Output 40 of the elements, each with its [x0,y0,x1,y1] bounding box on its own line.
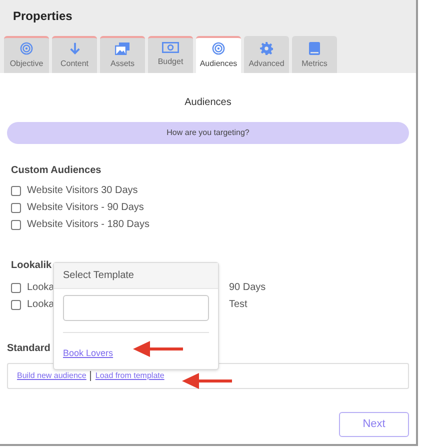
checkbox[interactable] [11,300,21,310]
checkbox[interactable] [11,220,21,230]
checkbox-label: Looka [27,298,54,312]
target-icon [212,42,225,55]
section-heading: Standard [7,342,50,356]
checkbox-label: Looka [27,281,54,295]
section-title: Audiences [184,96,232,110]
arrow-annotation [182,372,232,390]
section-heading: Custom Audiences [11,164,102,178]
link[interactable]: Load from template [95,370,164,382]
checkbox[interactable] [11,282,21,292]
target-icon [20,42,33,55]
checkbox-label: Test [229,298,248,312]
tab[interactable]: Objective [4,36,49,73]
tab[interactable]: Content [52,36,97,73]
next-button[interactable]: Next [339,412,409,437]
input-field[interactable] [63,295,209,321]
checkbox[interactable] [11,186,21,196]
images-icon [115,42,130,55]
tab[interactable]: Advanced [244,36,289,73]
checkbox-label: 90 Days [229,281,266,295]
checkbox-label: Website Visitors - 90 Days [27,201,144,215]
arrow-annotation [133,340,183,358]
template-link[interactable]: Book Lovers [63,347,114,360]
checkbox-label: Website Visitors 30 Days [27,184,138,198]
banknote-icon [162,42,179,53]
down-arrow-icon [68,42,80,55]
popover-title: Select Template [54,263,218,289]
checkbox[interactable] [11,202,21,212]
link[interactable]: Build new audience [17,370,86,382]
tab[interactable]: Assets [100,36,145,73]
tab[interactable]: Budget [148,36,193,73]
tab[interactable]: Metrics [292,36,337,73]
gear-icon [260,42,273,55]
book-icon [309,42,320,55]
tab[interactable]: Audiences [196,36,241,73]
section-heading: Lookalik [11,259,53,273]
checkbox-label: Website Visitors - 180 Days [27,218,150,232]
targeting-banner: How are you targeting? [7,122,409,144]
window-title: Properties [12,8,74,25]
